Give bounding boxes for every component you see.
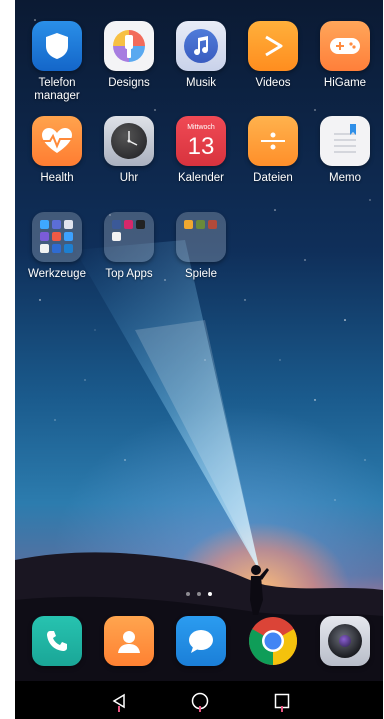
folder-spiele[interactable]: Spiele xyxy=(165,212,237,281)
app-designs[interactable]: Designs xyxy=(93,21,165,90)
heart-pulse-icon xyxy=(32,116,82,166)
folder-icon xyxy=(104,212,154,262)
app-health[interactable]: Health xyxy=(21,116,93,185)
folder-icon xyxy=(248,116,298,166)
dock-contacts[interactable] xyxy=(93,616,165,666)
calendar-day: 13 xyxy=(187,133,215,160)
folder-label: Werkzeuge xyxy=(28,268,86,280)
app-label: Musik xyxy=(185,77,217,89)
app-label: Dateien xyxy=(253,172,293,184)
folder-icon xyxy=(32,212,82,262)
nav-indicator xyxy=(118,706,120,712)
app-label: Telefon manager xyxy=(34,77,80,102)
app-musik[interactable]: Musik xyxy=(165,21,237,90)
page-dot-active xyxy=(208,592,212,596)
back-button[interactable] xyxy=(107,690,131,712)
phone-icon xyxy=(32,616,82,666)
app-label: HiGame xyxy=(323,77,367,89)
page-dot xyxy=(186,592,190,596)
app-label: Memo xyxy=(329,172,361,184)
folder-icon xyxy=(176,212,226,262)
app-memo[interactable]: Memo xyxy=(309,116,381,185)
app-label: Health xyxy=(40,172,74,184)
app-label: Kalender xyxy=(177,172,225,184)
app-label: Videos xyxy=(255,77,291,89)
calendar-icon: Mittwoch 13 xyxy=(176,116,226,166)
messages-icon xyxy=(176,616,226,666)
contacts-icon xyxy=(104,616,154,666)
home-screen: Telefon manager Designs Musik Videos HiG… xyxy=(15,0,383,719)
navigation-bar xyxy=(15,681,383,719)
wallpaper-light-beam xyxy=(15,240,383,681)
nav-indicator xyxy=(199,706,201,712)
dock-camera[interactable] xyxy=(309,616,381,666)
page-dot xyxy=(197,592,201,596)
folder-werkzeuge[interactable]: Werkzeuge xyxy=(21,212,93,281)
chrome-icon xyxy=(248,616,298,666)
camera-icon xyxy=(320,616,370,666)
folder-top-apps[interactable]: Top Apps xyxy=(93,212,165,281)
clock-icon xyxy=(104,116,154,166)
notepad-icon xyxy=(320,116,370,166)
gamepad-icon xyxy=(320,21,370,71)
paintbrush-icon xyxy=(104,21,154,71)
app-uhr[interactable]: Uhr xyxy=(93,116,165,185)
app-dateien[interactable]: Dateien xyxy=(237,116,309,185)
folder-label: Spiele xyxy=(185,268,217,280)
dock-chrome[interactable] xyxy=(237,616,309,666)
music-note-icon xyxy=(176,21,226,71)
shield-icon xyxy=(32,21,82,71)
app-videos[interactable]: Videos xyxy=(237,21,309,90)
recents-button[interactable] xyxy=(270,690,294,712)
page-indicator xyxy=(15,592,383,596)
dock-phone[interactable] xyxy=(21,616,93,666)
app-higame[interactable]: HiGame xyxy=(309,21,381,90)
folder-label: Top Apps xyxy=(105,268,153,280)
app-label: Uhr xyxy=(119,172,139,184)
nav-indicator xyxy=(281,706,283,712)
play-icon xyxy=(248,21,298,71)
dock-messages[interactable] xyxy=(165,616,237,666)
home-button[interactable] xyxy=(188,690,212,712)
app-kalender[interactable]: Mittwoch 13 Kalender xyxy=(165,116,237,185)
wallpaper-stars xyxy=(34,19,371,501)
app-label: Designs xyxy=(108,77,150,89)
app-telefon-manager[interactable]: Telefon manager xyxy=(21,21,93,103)
